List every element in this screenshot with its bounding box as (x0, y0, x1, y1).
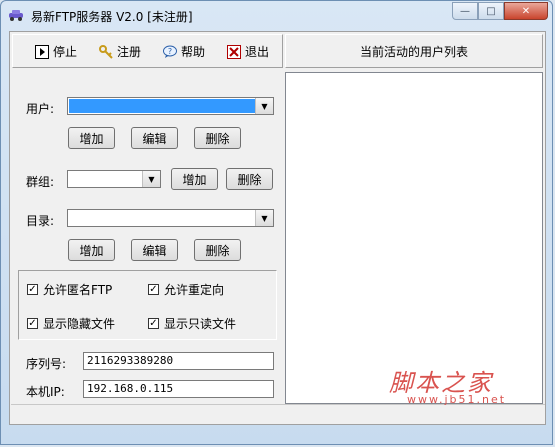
directory-add-button[interactable]: 增加 (68, 239, 115, 261)
show-hidden-label: 显示隐藏文件 (43, 317, 116, 331)
directory-delete-button[interactable]: 删除 (194, 239, 241, 261)
chevron-down-icon[interactable]: ▼ (255, 210, 273, 226)
exit-label: 退出 (245, 45, 270, 59)
allow-redirect-checkbox[interactable]: ✓ 允许重定向 (148, 281, 224, 298)
group-label: 群组: (26, 175, 55, 189)
group-combobox[interactable]: ▼ (67, 170, 161, 188)
group-add-button[interactable]: 增加 (171, 168, 218, 190)
checkmark-icon: ✓ (148, 318, 159, 329)
show-readonly-checkbox[interactable]: ✓ 显示只读文件 (148, 315, 236, 332)
show-readonly-label: 显示只读文件 (164, 317, 237, 331)
exit-icon (227, 44, 241, 59)
directory-edit-button[interactable]: 编辑 (131, 239, 178, 261)
user-add-button[interactable]: 增加 (68, 127, 115, 149)
maximize-button[interactable]: □ (478, 2, 504, 20)
svg-text:?: ? (168, 47, 172, 56)
help-button[interactable]: ? 帮助 (163, 43, 205, 60)
user-label: 用户: (26, 102, 55, 116)
directory-combobox[interactable]: ▼ (67, 209, 274, 227)
user-combobox[interactable]: ▼ (67, 97, 274, 115)
window-controls: — □ ✕ (452, 2, 548, 21)
register-button[interactable]: 注册 (99, 43, 141, 60)
chevron-down-icon[interactable]: ▼ (142, 171, 160, 187)
serial-field[interactable]: 2116293389280 (83, 352, 274, 370)
stop-button[interactable]: 停止 (35, 43, 77, 60)
watermark-logo: 脚本之家 www.jb51.net (389, 363, 539, 409)
active-users-list[interactable] (285, 72, 543, 404)
close-button[interactable]: ✕ (504, 2, 548, 20)
watermark-url: www.jb51.net (407, 393, 507, 406)
checkmark-icon: ✓ (148, 284, 159, 295)
ip-label: 本机IP: (26, 385, 65, 399)
user-selection (69, 99, 255, 113)
group-delete-button[interactable]: 删除 (226, 168, 273, 190)
title-bar[interactable]: 易新FTP服务器 V2.0 [未注册] — □ ✕ (1, 1, 554, 31)
toolbar: 停止 注册 ? 帮助 退出 (12, 34, 283, 68)
allow-redirect-label: 允许重定向 (164, 283, 225, 297)
stop-label: 停止 (53, 45, 78, 59)
chevron-down-icon[interactable]: ▼ (255, 98, 273, 114)
checkmark-icon: ✓ (27, 284, 38, 295)
allow-anonymous-label: 允许匿名FTP (43, 283, 113, 297)
ip-field[interactable]: 192.168.0.115 (83, 380, 274, 398)
user-edit-button[interactable]: 编辑 (131, 127, 178, 149)
key-icon (99, 44, 113, 59)
exit-button[interactable]: 退出 (227, 43, 269, 60)
user-delete-button[interactable]: 删除 (194, 127, 241, 149)
minimize-button[interactable]: — (452, 2, 478, 20)
active-users-title: 当前活动的用户列表 (285, 34, 543, 68)
options-group: ✓ 允许匿名FTP ✓ 允许重定向 ✓ 显示隐藏文件 ✓ 显示只读文件 (18, 270, 277, 340)
app-car-icon (9, 10, 23, 21)
stop-play-icon (35, 44, 49, 59)
window-title: 易新FTP服务器 V2.0 [未注册] (31, 10, 193, 24)
app-window: 易新FTP服务器 V2.0 [未注册] — □ ✕ 停止 注册 ? 帮助 退出 … (0, 0, 553, 445)
directory-label: 目录: (26, 214, 55, 228)
serial-label: 序列号: (26, 357, 67, 371)
help-bubble-icon: ? (163, 45, 177, 58)
allow-anonymous-checkbox[interactable]: ✓ 允许匿名FTP (27, 281, 112, 298)
register-label: 注册 (117, 45, 142, 59)
help-label: 帮助 (181, 45, 206, 59)
show-hidden-checkbox[interactable]: ✓ 显示隐藏文件 (27, 315, 115, 332)
left-panel: 停止 注册 ? 帮助 退出 用户: ▼ 增加 编辑 删除 群组: ▼ 增加 删除… (10, 32, 285, 424)
checkmark-icon: ✓ (27, 318, 38, 329)
